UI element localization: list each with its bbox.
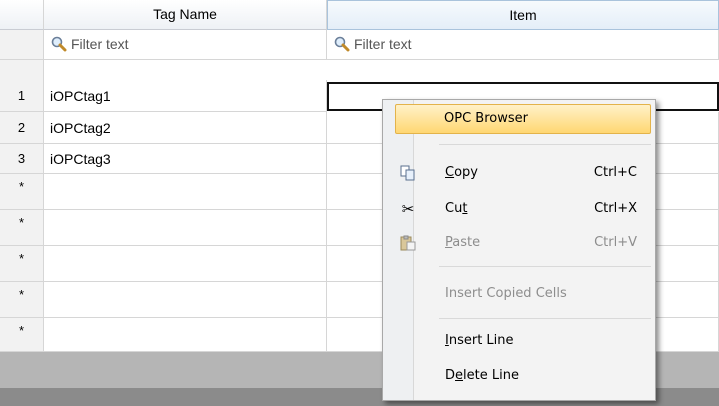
filter-placeholder: Filter text [354,36,412,52]
row-number: 2 [0,112,44,144]
row-number: * [0,210,44,246]
menu-item-insert-line[interactable]: Insert Line [383,327,655,355]
item-filter-field[interactable]: Filter text [327,30,719,60]
column-header-tag-name[interactable]: Tag Name [44,0,327,30]
row-number: * [0,174,44,210]
menu-item-label: Delete Line [445,368,519,383]
magnifier-icon [334,36,350,52]
table-cell-tag[interactable] [44,282,327,318]
menu-item-shortcut: Ctrl+V [594,235,637,250]
context-menu: OPC Browser Copy Ctrl+C ✂ Cut Ctrl+X Pas… [382,99,656,401]
row-number: 3 [0,144,44,174]
copy-icon [400,165,416,181]
menu-item-opc-browser[interactable]: OPC Browser [395,104,651,134]
corner-cell [0,0,44,30]
menu-item-shortcut: Ctrl+X [594,201,637,216]
table-cell-tag[interactable] [44,174,327,210]
filter-placeholder: Filter text [71,36,129,52]
menu-item-insert-copied-cells[interactable]: Insert Copied Cells [383,280,655,308]
menu-item-label: Cut [445,201,468,216]
menu-item-label: Insert Copied Cells [445,286,567,301]
row-number-spacer [0,60,44,80]
menu-item-label: Paste [445,235,481,250]
table-cell-tag[interactable] [44,210,327,246]
menu-separator [439,266,651,267]
table-cell-tag[interactable]: iOPCtag2 [44,112,327,144]
menu-item-label: OPC Browser [444,111,528,126]
menu-item-cut[interactable]: ✂ Cut Ctrl+X [383,195,655,223]
table-cell-tag[interactable] [44,246,327,282]
column-header-item[interactable]: Item [327,0,719,30]
menu-item-label: Insert Line [445,333,514,348]
table-cell-tag[interactable] [44,318,327,352]
filter-row-corner [0,30,44,60]
menu-separator [439,318,651,319]
paste-icon [400,235,416,251]
menu-item-label: Copy [445,165,478,180]
menu-separator [439,144,651,145]
menu-item-paste[interactable]: Paste Ctrl+V [383,229,655,257]
menu-item-copy[interactable]: Copy Ctrl+C [383,159,655,187]
row-number: * [0,282,44,318]
menu-item-delete-line[interactable]: Delete Line [383,362,655,390]
magnifier-icon [51,36,67,52]
menu-item-shortcut: Ctrl+C [593,165,637,180]
row-number: * [0,318,44,352]
tag-name-filter-field[interactable]: Filter text [44,30,327,60]
scissors-icon: ✂ [401,200,415,218]
row-number: 1 [0,80,44,112]
table-cell-tag[interactable]: iOPCtag3 [44,144,327,174]
table-cell-tag[interactable]: iOPCtag1 [44,80,327,112]
row-number: * [0,246,44,282]
